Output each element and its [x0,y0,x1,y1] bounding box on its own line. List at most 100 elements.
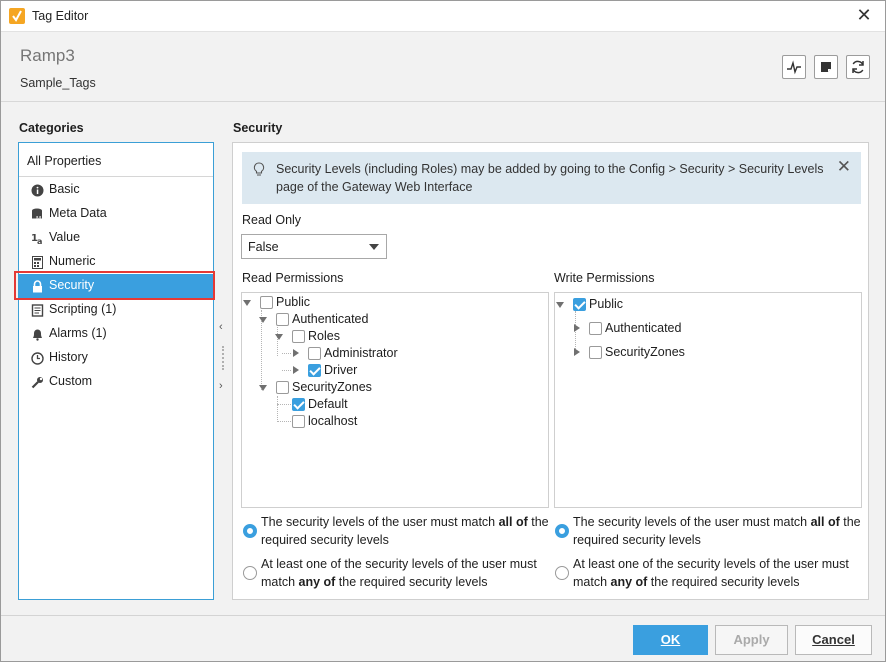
node-label: Default [308,397,348,411]
category-numeric[interactable]: Numeric [19,250,213,274]
node-label: Roles [308,329,340,343]
write-match-all-radio[interactable] [555,524,569,538]
expand-toggle-icon[interactable] [556,302,564,308]
category-value[interactable]: 1a Value [19,226,213,250]
expand-toggle-icon[interactable] [293,349,299,357]
expand-toggle-icon[interactable] [574,348,580,356]
diagnostics-button[interactable] [782,55,806,79]
expand-toggle-icon[interactable] [243,300,251,306]
read-checkbox-default[interactable] [292,398,305,411]
category-history[interactable]: History [19,346,213,370]
expand-toggle-icon[interactable] [275,334,283,340]
read-match-all-label[interactable]: The security levels of the user must mat… [261,513,551,549]
read-checkbox-public[interactable] [260,296,273,309]
category-meta-data[interactable]: M Meta Data [19,202,213,226]
info-banner: Security Levels (including Roles) may be… [242,152,861,204]
metadata-icon: M [32,208,42,221]
all-properties-item[interactable]: All Properties [19,143,213,177]
write-match-any-radio[interactable] [555,566,569,580]
expand-toggle-icon[interactable] [293,366,299,374]
info-close-icon[interactable]: ✕ [837,157,851,177]
category-basic[interactable]: Basic [19,178,213,202]
radio-text: the required security levels [647,575,800,589]
category-scripting[interactable]: Scripting (1) [19,298,213,322]
expand-right-icon[interactable]: › [219,380,223,392]
lightbulb-icon [253,162,265,176]
node-label: Authenticated [605,321,682,335]
expand-toggle-icon[interactable] [259,317,267,323]
tag-editor-window: Tag Editor ✕ Ramp3 Sample_Tags Categorie… [0,0,886,662]
pulse-icon [787,60,801,75]
read-checkbox-authenticated[interactable] [276,313,289,326]
tag-name: Ramp3 [20,46,75,65]
category-label: Alarms (1) [49,326,107,340]
write-permissions-tree: Public Authenticated SecurityZones [554,292,862,508]
read-checkbox-roles[interactable] [292,330,305,343]
read-checkbox-securityzones[interactable] [276,381,289,394]
app-icon [9,8,25,24]
write-checkbox-public[interactable] [573,298,586,311]
category-label: Security [49,278,95,292]
category-label: Meta Data [49,206,107,220]
clock-icon [31,352,44,365]
category-label: Value [49,230,81,244]
node-label: Public [276,295,311,309]
splitter-handle[interactable] [222,346,224,370]
tag-header: Ramp3 Sample_Tags [1,32,885,102]
info-icon [31,184,44,197]
node-label: Driver [324,363,358,377]
cancel-button[interactable]: Cancel [795,625,872,655]
read-permissions-label: Read Permissions [242,271,344,285]
category-label: History [49,350,88,364]
node-label: localhost [308,414,358,428]
expand-toggle-icon[interactable] [259,385,267,391]
read-only-dropdown[interactable]: False [241,234,387,259]
category-security[interactable]: Security [19,274,213,298]
svg-text:a: a [37,237,42,245]
value-icon: 1a [31,233,42,245]
radio-text-bold: all of [810,515,840,529]
read-checkbox-localhost[interactable] [292,415,305,428]
radio-text: The security levels of the user must mat… [573,515,811,529]
write-match-all-label[interactable]: The security levels of the user must mat… [573,513,863,549]
refresh-icon [852,60,864,74]
read-permissions-tree: Public Authenticated Roles Administrator [241,292,549,508]
lock-icon [33,280,42,293]
ok-button[interactable]: OK [633,625,708,655]
write-checkbox-authenticated[interactable] [589,322,602,335]
script-icon [31,304,44,317]
node-label: SecurityZones [292,380,372,394]
read-only-label: Read Only [242,213,302,227]
calculator-icon [32,256,43,269]
expand-toggle-icon[interactable] [574,324,580,332]
security-panel: Security Levels (including Roles) may be… [232,142,869,600]
categories-title: Categories [19,121,84,135]
read-match-all-radio[interactable] [243,524,257,538]
read-match-any-radio[interactable] [243,566,257,580]
info-text: Security Levels (including Roles) may be… [276,162,824,194]
read-checkbox-administrator[interactable] [308,347,321,360]
node-label: Public [589,297,624,311]
node-label: Administrator [324,346,398,360]
radio-text: The security levels of the user must mat… [261,515,499,529]
write-checkbox-securityzones[interactable] [589,346,602,359]
read-only-value: False [248,240,279,254]
write-permissions-label: Write Permissions [554,271,655,285]
refresh-button[interactable] [846,55,870,79]
radio-text-bold: all of [498,515,528,529]
close-icon[interactable]: ✕ [855,6,873,24]
notes-button[interactable] [814,55,838,79]
category-custom[interactable]: Custom [19,370,213,394]
read-match-any-label[interactable]: At least one of the security levels of t… [261,555,551,591]
bell-icon [33,329,42,341]
apply-button[interactable]: Apply [715,625,788,655]
title-bar: Tag Editor ✕ [1,1,885,32]
category-label: Custom [49,374,93,388]
write-match-any-label[interactable]: At least one of the security levels of t… [573,555,863,591]
read-checkbox-driver[interactable] [308,364,321,377]
category-label: Numeric [49,254,96,268]
category-alarms[interactable]: Alarms (1) [19,322,213,346]
note-icon [821,62,831,72]
collapse-left-icon[interactable]: ‹ [219,321,223,333]
tag-provider: Sample_Tags [20,76,96,90]
